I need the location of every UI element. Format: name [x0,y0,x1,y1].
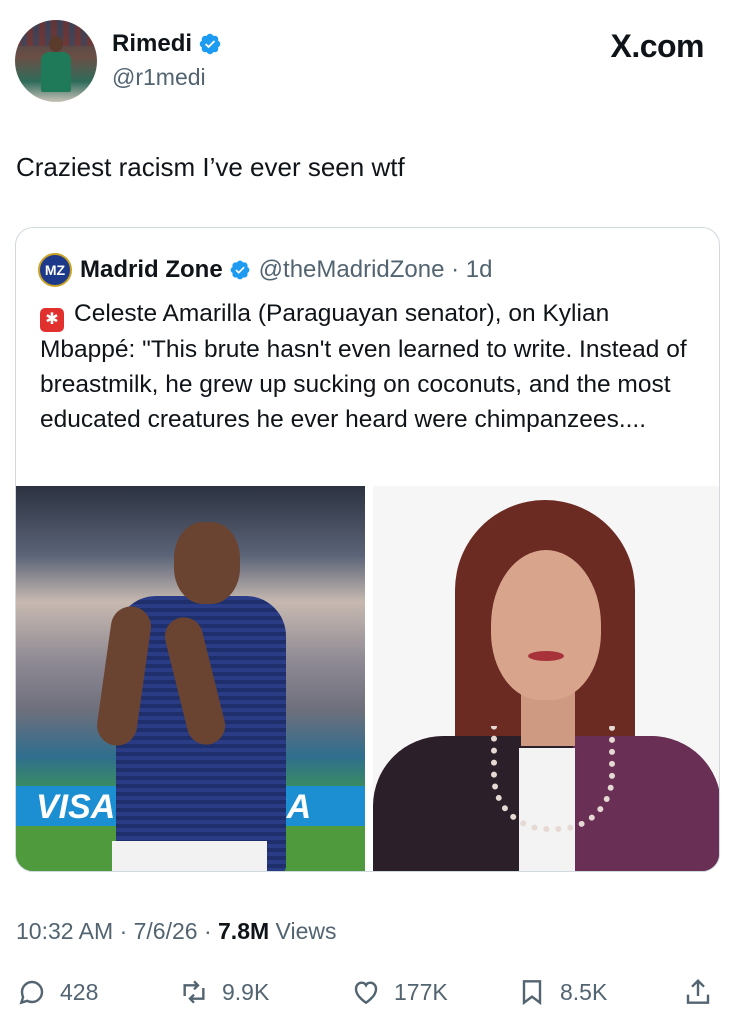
author-handle[interactable]: @r1medi [112,64,206,91]
avatar-figure-head [49,36,63,52]
portrait-lips [528,651,564,661]
action-bar: 428 9.9K 177K 8.5K [0,972,736,1012]
like-button[interactable]: 177K [350,972,448,1012]
siren-icon: ✱ [40,308,64,332]
repost-icon [183,980,205,1004]
verified-badge-icon [199,33,221,55]
bookmark-button[interactable]: 8.5K [516,972,607,1012]
like-count: 177K [394,978,448,1005]
repost-button[interactable]: 9.9K [178,972,269,1012]
share-icon [686,978,710,1004]
views-count: 7.8M [218,918,270,944]
quoted-header: MZ Madrid Zone @theMadridZone · 1d [38,253,493,287]
tweet-meta: 10:32 AM · 7/6/26 · 7.8M Views [16,918,336,945]
timestamp[interactable]: 10:32 AM · 7/6/26 · [16,918,218,944]
quoted-handle-time[interactable]: @theMadridZone · 1d [259,256,493,284]
bookmark-icon [522,980,542,1006]
verified-badge-icon [230,260,250,280]
quoted-author-name[interactable]: Madrid Zone [80,256,223,284]
portrait-necklace [491,726,615,832]
bookmark-count: 8.5K [560,978,608,1005]
reply-icon [19,980,44,1005]
player-head [174,522,240,604]
avatar-figure-body [41,52,71,92]
views-label: Views [269,918,337,944]
author-name-row[interactable]: Rimedi [112,30,222,58]
author-name[interactable]: Rimedi [112,30,192,58]
player-shorts [112,841,267,871]
like-icon [354,981,378,1005]
portrait-face [491,550,601,700]
reply-button[interactable]: 428 [16,972,98,1012]
quoted-tweet[interactable]: MZ Madrid Zone @theMadridZone · 1d ✱ Cele… [15,227,720,872]
quoted-image-player[interactable]: VISA SA [16,486,365,871]
tweet-text: Craziest racism I’ve ever seen wtf [16,152,405,182]
brand-watermark: X.com [610,28,704,64]
quoted-body-text: Celeste Amarilla (Paraguayan senator), o… [40,300,687,433]
quoted-image-senator[interactable] [373,486,719,871]
avatar[interactable] [15,20,97,102]
share-button[interactable] [682,972,726,1012]
madrid-zone-logo[interactable]: MZ [38,253,72,287]
reply-count: 428 [60,978,99,1005]
repost-count: 9.9K [222,978,270,1005]
ad-banner-text-left: VISA [36,788,116,826]
quoted-body: ✱ Celeste Amarilla (Paraguayan senator), … [40,296,705,437]
